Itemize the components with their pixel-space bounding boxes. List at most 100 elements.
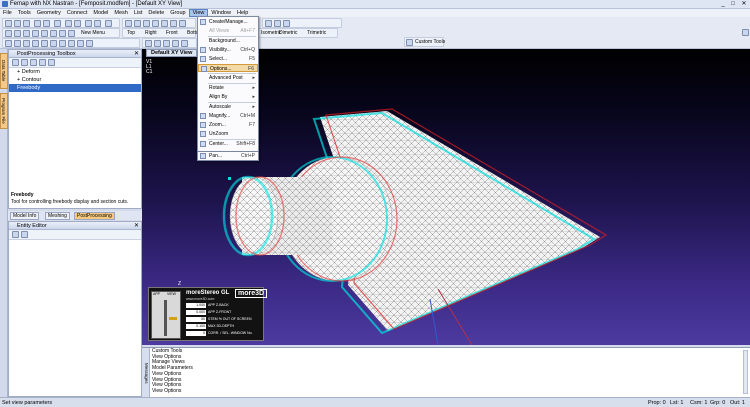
menu-item-create-manage[interactable]: Create/Manage... xyxy=(198,18,258,26)
magnify-icon[interactable] xyxy=(161,20,168,27)
open-file-icon[interactable] xyxy=(14,20,21,27)
menu-delete[interactable]: Delete xyxy=(145,9,167,17)
close-icon[interactable]: ✕ xyxy=(134,222,139,230)
view-front-button[interactable]: Front xyxy=(166,29,178,38)
animate-tool-icon[interactable] xyxy=(39,59,46,66)
stereo-value[interactable]: 0 xyxy=(186,331,206,336)
constraint-icon[interactable] xyxy=(68,30,75,37)
contour-icon[interactable] xyxy=(68,40,75,47)
regenerate-icon[interactable] xyxy=(179,20,186,27)
messages-scrollbar[interactable] xyxy=(743,350,748,394)
view-top-button[interactable]: Top xyxy=(127,29,135,38)
transparency-icon[interactable] xyxy=(181,40,188,47)
rotate-icon[interactable] xyxy=(125,20,132,27)
custom-tools-button[interactable]: Custom Tools xyxy=(415,38,445,47)
copy-icon[interactable] xyxy=(65,20,72,27)
layer-icon[interactable] xyxy=(41,40,48,47)
select-entity-icon[interactable] xyxy=(12,231,19,238)
view-tab[interactable]: Default XY View xyxy=(146,49,198,57)
menu-item-magnify[interactable]: Magnify... Ctrl+M xyxy=(198,112,258,120)
new-file-icon[interactable] xyxy=(5,20,12,27)
material-icon[interactable] xyxy=(14,40,21,47)
solid-icon[interactable] xyxy=(32,30,39,37)
freebody-icon[interactable] xyxy=(86,40,93,47)
load-icon[interactable] xyxy=(59,30,66,37)
deform-icon[interactable] xyxy=(59,40,66,47)
data-table-tab[interactable]: Data Table xyxy=(0,53,8,89)
menu-item-select[interactable]: Select... F5 xyxy=(198,55,258,63)
menu-item-rotate[interactable]: Rotate ▸ xyxy=(198,84,258,92)
coord-sys-icon[interactable] xyxy=(50,40,57,47)
contour-tool-icon[interactable] xyxy=(30,59,37,66)
wireframe-icon[interactable] xyxy=(154,40,161,47)
menu-list[interactable]: List xyxy=(131,9,146,17)
paste-icon[interactable] xyxy=(74,20,81,27)
menu-item-pan[interactable]: Pan... Ctrl+P xyxy=(198,152,258,160)
maximize-button[interactable]: □ xyxy=(728,0,738,8)
zoom-icon[interactable] xyxy=(134,20,141,27)
tab-meshing[interactable]: Meshing xyxy=(45,212,70,220)
autoscale-icon[interactable] xyxy=(152,20,159,27)
element-icon[interactable] xyxy=(50,30,57,37)
menu-item-center[interactable]: Center... Shift+F8 xyxy=(198,140,258,148)
stereo-value[interactable]: 1.000 xyxy=(186,303,206,308)
stereo-value[interactable]: 0.000 xyxy=(186,310,206,315)
close-icon[interactable]: ✕ xyxy=(134,50,139,58)
menu-item-background[interactable]: Background... xyxy=(198,37,258,45)
node-icon[interactable] xyxy=(41,30,48,37)
menu-item-autoscale[interactable]: Autoscale ▸ xyxy=(198,103,258,111)
help-icon[interactable] xyxy=(105,20,112,27)
undo-icon[interactable] xyxy=(34,20,41,27)
shade-icon[interactable] xyxy=(163,40,170,47)
tree-item-contour[interactable]: + Contour xyxy=(17,76,141,84)
stereo-value[interactable]: 0.100 xyxy=(186,324,206,329)
pan-icon[interactable] xyxy=(143,20,150,27)
lighting-icon[interactable] xyxy=(172,40,179,47)
results-icon[interactable] xyxy=(94,20,101,27)
menu-group[interactable]: Group xyxy=(167,9,188,17)
tab-model-info[interactable]: Model Info xyxy=(10,212,40,220)
refresh-icon[interactable] xyxy=(48,59,55,66)
close-button[interactable]: ✕ xyxy=(739,0,749,8)
analysis-icon[interactable] xyxy=(85,20,92,27)
select-icon[interactable] xyxy=(265,20,272,27)
curve-icon[interactable] xyxy=(14,30,21,37)
group-icon[interactable] xyxy=(32,40,39,47)
menu-tools[interactable]: Tools xyxy=(15,9,34,17)
unzoom-icon[interactable] xyxy=(170,20,177,27)
view-trimetric-button[interactable]: Trimetric xyxy=(307,29,326,38)
menu-item-all-views[interactable]: All Views Alt+F7 xyxy=(198,27,258,35)
menu-item-options[interactable]: Options... F6 xyxy=(198,64,258,72)
toolbar-overflow-icon[interactable] xyxy=(742,29,749,36)
output-set-icon[interactable] xyxy=(12,59,19,66)
mesh-icon[interactable] xyxy=(5,40,12,47)
menu-item-align-by[interactable]: Align By ▸ xyxy=(198,93,258,101)
print-icon[interactable] xyxy=(54,20,61,27)
new-menu-button[interactable]: New Menu xyxy=(81,29,105,38)
menu-item-zoom[interactable]: Zoom... F7 xyxy=(198,121,258,129)
tree-item-freebody[interactable]: Freebody xyxy=(9,84,141,92)
update-icon[interactable] xyxy=(21,231,28,238)
minimize-button[interactable]: _ xyxy=(718,0,728,8)
filter-icon[interactable] xyxy=(283,20,290,27)
render-icon[interactable] xyxy=(145,40,152,47)
menu-connect[interactable]: Connect xyxy=(64,9,91,17)
stereo-value[interactable]: 50 xyxy=(186,317,206,322)
redo-icon[interactable] xyxy=(43,20,50,27)
program-file-tab[interactable]: Program File xyxy=(0,93,8,129)
view-dimetric-button[interactable]: Dimetric xyxy=(279,29,297,38)
menu-item-unzoom[interactable]: UnZoom xyxy=(198,130,258,138)
view-bottom-button[interactable]: Bottom xyxy=(187,29,197,38)
pick-icon[interactable] xyxy=(274,20,281,27)
menu-file[interactable]: File xyxy=(0,9,15,17)
menu-geometry[interactable]: Geometry xyxy=(34,9,64,17)
tab-postprocessing[interactable]: PostProcessing xyxy=(74,212,115,220)
menu-model[interactable]: Model xyxy=(90,9,111,17)
property-icon[interactable] xyxy=(23,40,30,47)
surface-icon[interactable] xyxy=(23,30,30,37)
menu-item-visibility[interactable]: Visibility... Ctrl+Q xyxy=(198,46,258,54)
messages-gutter[interactable]: Messages xyxy=(142,348,150,398)
animate-icon[interactable] xyxy=(77,40,84,47)
view-right-button[interactable]: Right xyxy=(145,29,157,38)
save-icon[interactable] xyxy=(23,20,30,27)
